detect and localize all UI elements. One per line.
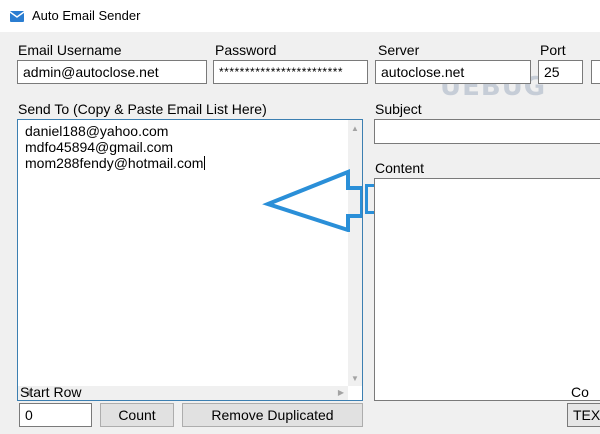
remove-duplicated-button[interactable]: Remove Duplicated [182,403,363,427]
email-line: mom288fendy@hotmail.com [25,155,204,171]
window-title: Auto Email Sender [32,8,141,23]
scroll-down-arrow-icon[interactable]: ▼ [351,374,359,384]
port-input[interactable]: 25 [538,60,583,84]
port-label: Port [540,42,566,58]
password-input[interactable]: ************************ [213,60,368,84]
startrow-label: Start Row [20,384,82,400]
scroll-right-arrow-icon[interactable]: ▶ [338,388,344,398]
main-form: Email Username Password Server Port UEBU… [0,32,600,434]
partial-select[interactable]: TEX [567,403,600,427]
title-bar: Auto Email Sender [0,0,600,32]
sendto-vertical-scrollbar[interactable]: ▲ ▼ [348,120,362,386]
extra-input-partial[interactable] [591,60,600,84]
server-input[interactable]: autoclose.net [375,60,531,84]
username-input[interactable]: admin@autoclose.net [17,60,207,84]
username-label: Email Username [18,42,122,58]
content-label: Content [375,160,425,176]
subject-input[interactable] [374,119,600,144]
sendto-textarea[interactable]: daniel188@yahoo.com mdfo45894@gmail.com … [17,119,363,401]
email-line: daniel188@yahoo.com [25,123,169,139]
email-line: mdfo45894@gmail.com [25,139,174,155]
subject-label: Subject [375,101,422,117]
scroll-up-arrow-icon[interactable]: ▲ [351,124,359,134]
password-label: Password [215,42,277,58]
content-textarea[interactable] [374,178,600,401]
sendto-list: daniel188@yahoo.com mdfo45894@gmail.com … [25,123,206,171]
server-label: Server [378,42,420,58]
partial-label: Co [571,384,589,400]
sendto-label: Send To (Copy & Paste Email List Here) [18,101,267,117]
count-button[interactable]: Count [100,403,174,427]
startrow-input[interactable]: 0 [19,403,92,427]
envelope-icon [9,9,25,27]
text-caret [204,156,206,170]
annotation-arrow-icon [262,169,362,232]
